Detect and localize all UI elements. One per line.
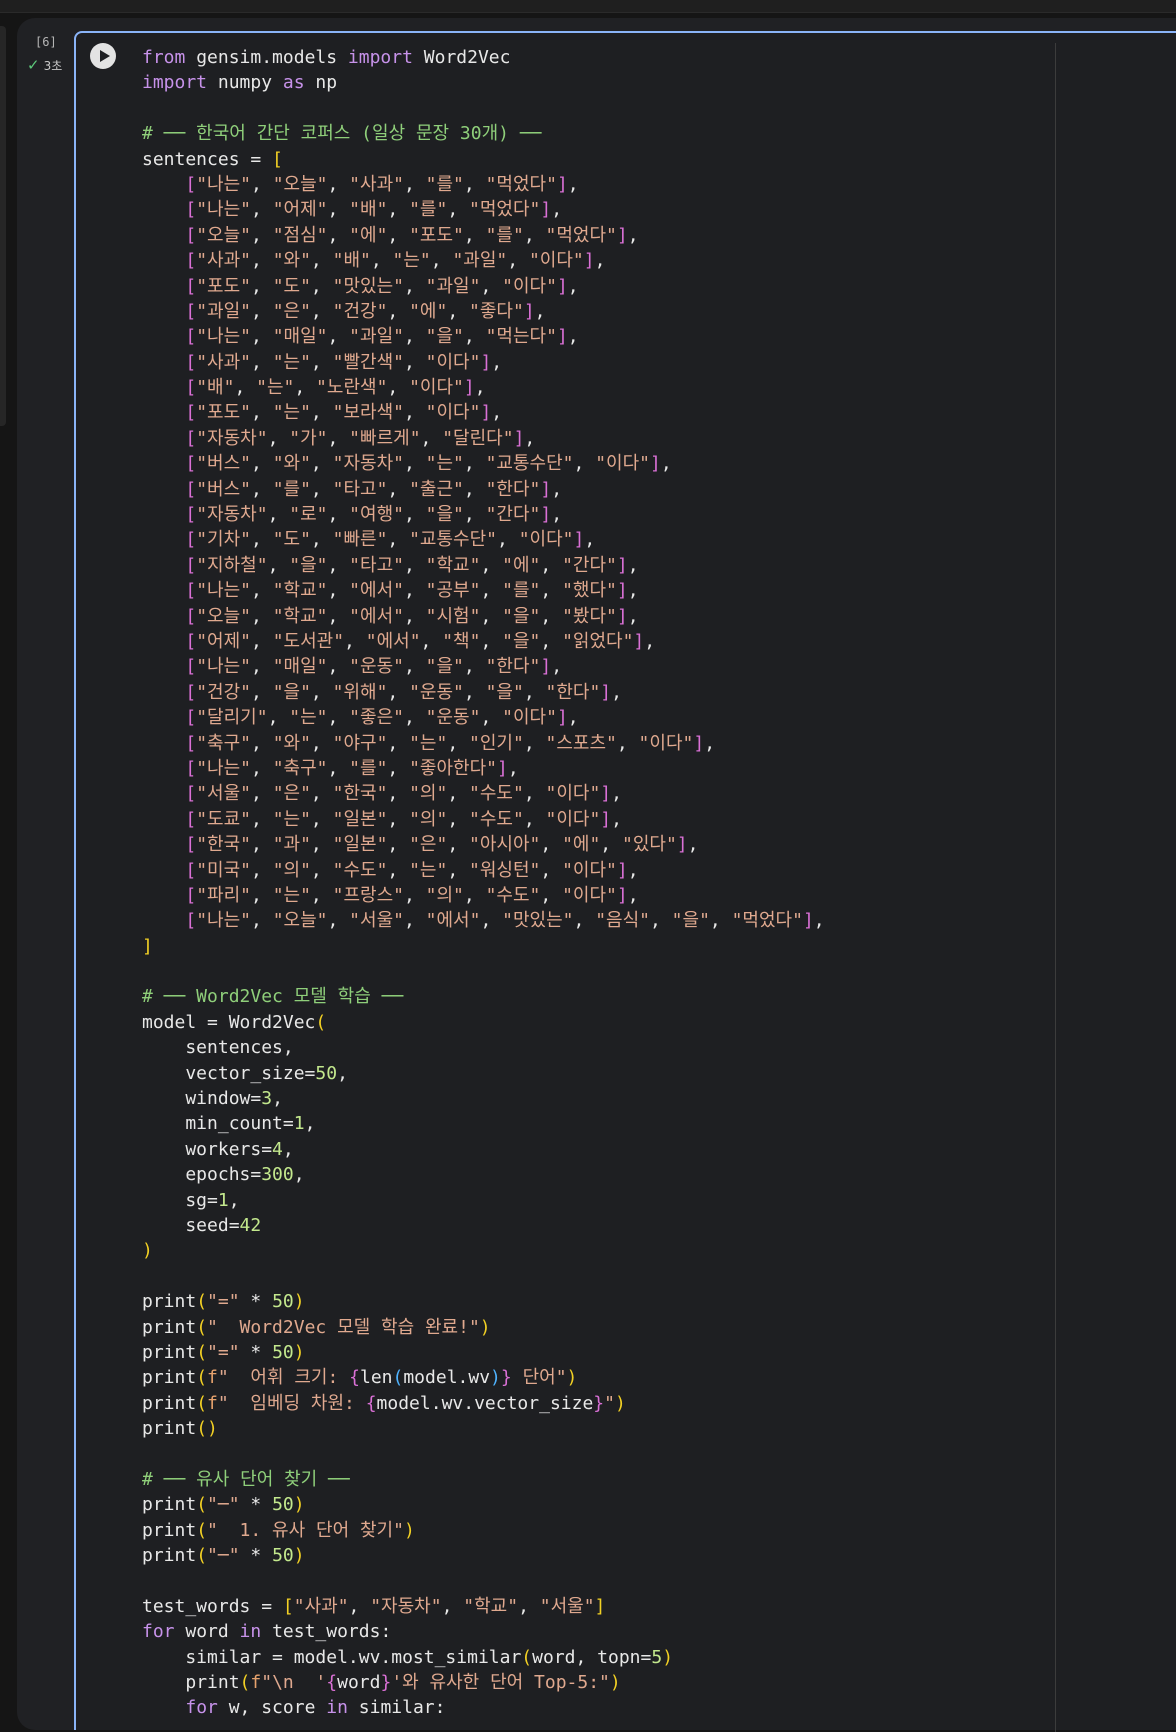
code-line: ["건강", "을", "위해", "운동", "을", "한다"], (185, 681, 622, 703)
code-lines[interactable]: from gensim.models import Word2Vec import… (142, 45, 825, 1721)
code-line: sentences, (142, 1037, 294, 1059)
code-line: ["나는", "매일", "과일", "을", "먹는다"], (185, 326, 579, 348)
code-line: import numpy as np (142, 72, 338, 94)
code-line: print(f" 임베딩 차원: {model.wv.vector_size}"… (142, 1392, 626, 1414)
code-line: ["나는", "어제", "배", "를", "먹었다"], (185, 199, 563, 221)
code-line: ["기차", "도", "빠른", "교통수단", "이다"], (185, 529, 596, 551)
code-line: print("─" * 50) (142, 1545, 305, 1567)
top-bar (0, 0, 1176, 13)
code-cell: [6] ✓ 3초 from gensim.models import Word2… (17, 18, 1176, 1732)
code-line: ["나는", "매일", "운동", "을", "한다"], (185, 656, 563, 678)
code-line: ["도쿄", "는", "일본", "의", "수도", "이다"], (185, 808, 622, 830)
code-line: ["어제", "도서관", "에서", "책", "을", "읽었다"], (185, 630, 656, 652)
code-line: for word in test_words: (142, 1621, 392, 1643)
code-line: ["자동차", "가", "빠르게", "달린다"], (185, 427, 536, 449)
code-line: ["나는", "오늘", "사과", "를", "먹었다"], (185, 173, 579, 195)
code-line: ) (142, 1240, 153, 1262)
code-line: print(f"\n '{word}'와 유사한 단어 Top-5:") (185, 1672, 621, 1693)
code-line: ["축구", "와", "야구", "는", "인기", "스포츠", "이다"… (185, 732, 716, 754)
code-line: min_count=1, (142, 1113, 316, 1135)
execution-status: ✓ 3초 (27, 56, 62, 74)
code-line: ["과일", "은", "건강", "에", "좋다"], (185, 300, 546, 322)
code-line: ["포도", "는", "보라색", "이다"], (185, 402, 503, 424)
code-line: ["나는", "학교", "에서", "공부", "를", "했다"], (185, 580, 639, 602)
left-rail (0, 26, 6, 426)
code-line: sentences = [ (142, 148, 283, 170)
code-line: # ── 유사 단어 찾기 ── (142, 1468, 350, 1490)
code-line: ["파리", "는", "프랑스", "의", "수도", "이다"], (185, 884, 639, 906)
code-line: test_words = ["사과", "자동차", "학교", "서울"] (142, 1595, 606, 1617)
code-line: ["서울", "은", "한국", "의", "수도", "이다"], (185, 783, 622, 805)
code-line: ["한국", "과", "일본", "은", "아시아", "에", "있다"]… (185, 834, 699, 856)
code-line: print("=" * 50) (142, 1291, 305, 1313)
code-line: ["배", "는", "노란색", "이다"], (185, 377, 486, 399)
code-line: ["나는", "축구", "를", "좋아한다"], (185, 757, 519, 779)
run-cell-button[interactable] (90, 43, 116, 69)
code-line: vector_size=50, (142, 1062, 348, 1084)
execution-count: [6] (35, 35, 57, 49)
code-line: print("─" * 50) (142, 1494, 305, 1516)
code-line: seed=42 (142, 1214, 262, 1236)
code-line: print(" 1. 유사 단어 찾기") (142, 1519, 415, 1541)
code-line: ["사과", "와", "배", "는", "과일", "이다"], (185, 250, 606, 272)
code-line: # ── 한국어 간단 코퍼스 (일상 문장 30개) ── (142, 123, 542, 145)
code-line: ["오늘", "학교", "에서", "시험", "을", "봤다"], (185, 605, 639, 627)
code-line: sg=1, (142, 1189, 240, 1211)
code-line: window=3, (142, 1088, 283, 1110)
code-line: print("=" * 50) (142, 1341, 305, 1363)
code-line: ["나는", "오늘", "서울", "에서", "맛있는", "음식", "을… (185, 910, 825, 932)
check-icon: ✓ (27, 56, 40, 74)
code-editor[interactable]: from gensim.models import Word2Vec import… (74, 31, 1176, 1732)
code-line: from gensim.models import Word2Vec (142, 47, 511, 68)
code-line: workers=4, (142, 1138, 294, 1160)
code-line: ["포도", "도", "맛있는", "과일", "이다"], (185, 275, 579, 297)
code-line: ["지하철", "을", "타고", "학교", "에", "간다"], (185, 554, 639, 576)
play-icon (99, 50, 110, 62)
code-line: ["미국", "의", "수도", "는", "워싱턴", "이다"], (185, 859, 639, 881)
code-line: similar = model.wv.most_similar(word, to… (142, 1646, 674, 1668)
code-line: ] (142, 935, 153, 957)
code-line: model = Word2Vec( (142, 1011, 327, 1033)
code-line: print(f" 어휘 크기: {len(model.wv)} 단어") (142, 1367, 578, 1389)
code-line: ["오늘", "점심", "에", "포도", "를", "먹었다"], (185, 224, 639, 246)
code-line: print() (142, 1418, 218, 1440)
line-length-ruler (1055, 43, 1056, 1732)
code-line: print(" Word2Vec 모델 학습 완료!") (142, 1316, 491, 1338)
code-line: ["버스", "와", "자동차", "는", "교통수단", "이다"], (185, 453, 672, 475)
code-line: for w, score in similar: (185, 1697, 446, 1719)
code-line: ["달리기", "는", "좋은", "운동", "이다"], (185, 707, 579, 729)
code-line: # ── Word2Vec 모델 학습 ── (142, 986, 404, 1008)
code-line: ["버스", "를", "타고", "출근", "한다"], (185, 478, 563, 500)
code-line: ["사과", "는", "빨간색", "이다"], (185, 351, 503, 373)
code-line: epochs=300, (142, 1164, 305, 1186)
code-line: ["자동차", "로", "여행", "을", "간다"], (185, 504, 563, 526)
execution-time: 3초 (43, 58, 63, 73)
